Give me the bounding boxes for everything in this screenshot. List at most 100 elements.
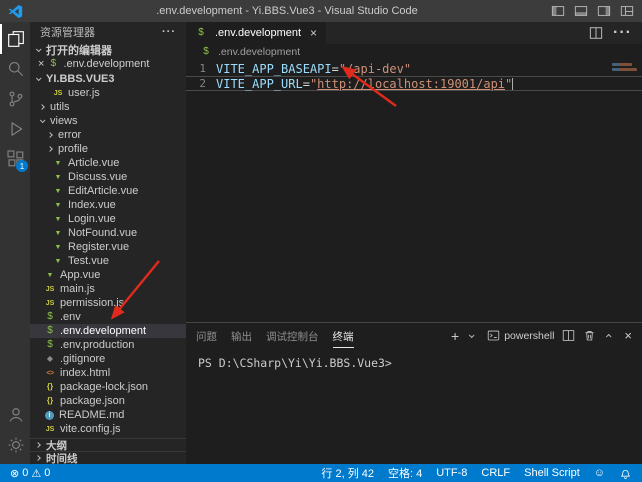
settings-button[interactable] [0,430,30,460]
tree-item-Index.vue[interactable]: ▼Index.vue [30,198,186,212]
problems-status[interactable]: ⊗ 0 ⚠ 0 [10,467,50,480]
chevron-down-icon[interactable] [469,332,475,338]
tree-item-package-lock.json[interactable]: {}package-lock.json [30,380,186,394]
window-title: .env.development - Yi.BBS.Vue3 - Visual … [31,5,543,17]
sidebar-title: 资源管理器 [40,24,95,40]
tree-item-Article.vue[interactable]: ▼Article.vue [30,156,186,170]
chevron-right-icon [47,132,53,138]
language-mode[interactable]: Shell Script [524,467,580,479]
notifications-bell-icon[interactable] [619,467,632,480]
tree-item-Register.vue[interactable]: ▼Register.vue [30,240,186,254]
account-icon [7,406,25,424]
tree-item-user.js[interactable]: JSuser.js [30,86,186,100]
close-icon[interactable]: × [310,26,317,40]
tree-item-EditArticle.vue[interactable]: ▼EditArticle.vue [30,184,186,198]
more-actions-icon[interactable]: ··· [613,24,632,42]
accounts-button[interactable] [0,400,30,430]
split-terminal-icon[interactable] [562,329,575,342]
tree-item-.env.development[interactable]: $.env.development [30,324,186,338]
tree-item-index.html[interactable]: <>index.html [30,366,186,380]
toggle-panel-icon[interactable] [574,4,588,18]
terminal-prompt: PS D:\CSharp\Yi\Yi.BBS.Vue3> [198,356,392,370]
panel-tab-output[interactable]: 输出 [231,324,252,348]
kill-terminal-icon[interactable] [583,329,596,342]
vue-file-icon: ▼ [52,160,64,167]
customize-layout-icon[interactable] [620,4,634,18]
code-token: http://localhost:19001/api [317,77,505,91]
tree-item-permission.js[interactable]: JSpermission.js [30,296,186,310]
tree-item-main.js[interactable]: JSmain.js [30,282,186,296]
activity-run-debug-button[interactable] [0,114,30,144]
search-icon [7,60,25,78]
timeline-header[interactable]: 时间线 [30,451,186,464]
tree-item-vite.config.js[interactable]: JSvite.config.js [30,422,186,436]
warning-count: 0 [44,467,50,479]
tab-label: .env.development [215,27,301,39]
panel-header: 问题输出调试控制台终端 + powershell [186,323,642,348]
project-root-header[interactable]: YI.BBS.VUE3 [30,71,186,86]
error-count: 0 [22,467,28,479]
tree-item-label: Test.vue [68,255,109,267]
editor-pane[interactable]: 1VITE_APP_BASEAPI="/api-dev"2 VITE_APP_UR… [186,59,642,322]
activity-source-control-button[interactable] [0,84,30,114]
open-editor-item[interactable]: × $ .env.development [30,57,186,71]
tree-item-README.md[interactable]: iREADME.md [30,408,186,422]
tree-item-views[interactable]: views [30,114,186,128]
tree-item-utils[interactable]: utils [30,100,186,114]
tree-item-label: main.js [60,283,95,295]
code-area[interactable]: 1VITE_APP_BASEAPI="/api-dev"2 VITE_APP_UR… [186,59,642,91]
close-icon[interactable]: × [38,58,44,70]
code-token: VITE_APP_URL [216,77,303,91]
tree-item-Test.vue[interactable]: ▼Test.vue [30,254,186,268]
breadcrumb-item[interactable]: .env.development [218,46,300,58]
cursor-position[interactable]: 行 2, 列 42 [321,465,374,481]
activity-extensions-button[interactable]: 1 [0,144,30,174]
line-number: 2 [186,77,206,90]
panel-tab-debug-console[interactable]: 调试控制台 [266,324,319,348]
code-line-2[interactable]: 2 VITE_APP_URL= "http://localhost:19001/ap… [186,76,642,91]
toggle-secondary-sidebar-icon[interactable] [597,4,611,18]
terminal-output[interactable]: PS D:\CSharp\Yi\Yi.BBS.Vue3> [186,348,642,464]
split-editor-icon[interactable] [589,26,603,40]
tree-item-NotFound.vue[interactable]: ▼NotFound.vue [30,226,186,240]
panel-tab-terminal[interactable]: 终端 [333,324,354,348]
indentation-status[interactable]: 空格: 4 [388,465,422,481]
minimap[interactable] [608,59,642,119]
code-line-1[interactable]: 1VITE_APP_BASEAPI="/api-dev" [186,61,642,76]
new-terminal-icon[interactable]: + [451,329,459,343]
tree-item-profile[interactable]: profile [30,142,186,156]
tree-item-App.vue[interactable]: ▼App.vue [30,268,186,282]
maximize-panel-icon[interactable] [606,333,612,339]
file-tree: JSuser.jsutilsviewserrorprofile▼Article.… [30,86,186,438]
code-token: = [303,77,310,91]
more-actions-icon[interactable]: ··· [162,26,176,38]
tree-item-label: .env [60,311,81,323]
tree-item-package.json[interactable]: {}package.json [30,394,186,408]
breadcrumb[interactable]: $ .env.development [186,44,642,59]
tree-item-.gitignore[interactable]: ◆.gitignore [30,352,186,366]
terminal-instance-picker[interactable]: powershell [487,329,554,342]
tree-item-label: error [58,129,81,141]
vue-file-icon: ▼ [52,230,64,237]
tree-item-.env.production[interactable]: $.env.production [30,338,186,352]
activity-explorer-button[interactable] [0,24,30,54]
code-token: " [505,77,512,91]
feedback-smiley-icon[interactable]: ☺ [594,467,605,479]
tree-item-error[interactable]: error [30,128,186,142]
open-editors-header[interactable]: 打开的编辑器 [30,42,186,57]
outline-header[interactable]: 大纲 [30,438,186,451]
shell-label: powershell [504,330,554,342]
encoding-status[interactable]: UTF-8 [436,467,467,479]
tree-item-Login.vue[interactable]: ▼Login.vue [30,212,186,226]
tree-item-Discuss.vue[interactable]: ▼Discuss.vue [30,170,186,184]
open-editors-label: 打开的编辑器 [46,42,112,58]
activity-search-button[interactable] [0,54,30,84]
toggle-sidebar-icon[interactable] [551,4,565,18]
js-file-icon: JS [44,300,56,307]
panel-tab-problems[interactable]: 问题 [196,324,217,348]
close-panel-icon[interactable]: × [624,328,632,343]
eol-status[interactable]: CRLF [481,467,510,479]
tab-env-development[interactable]: $ .env.development × [186,22,326,44]
chevron-down-icon [40,117,46,123]
tree-item-.env[interactable]: $.env [30,310,186,324]
